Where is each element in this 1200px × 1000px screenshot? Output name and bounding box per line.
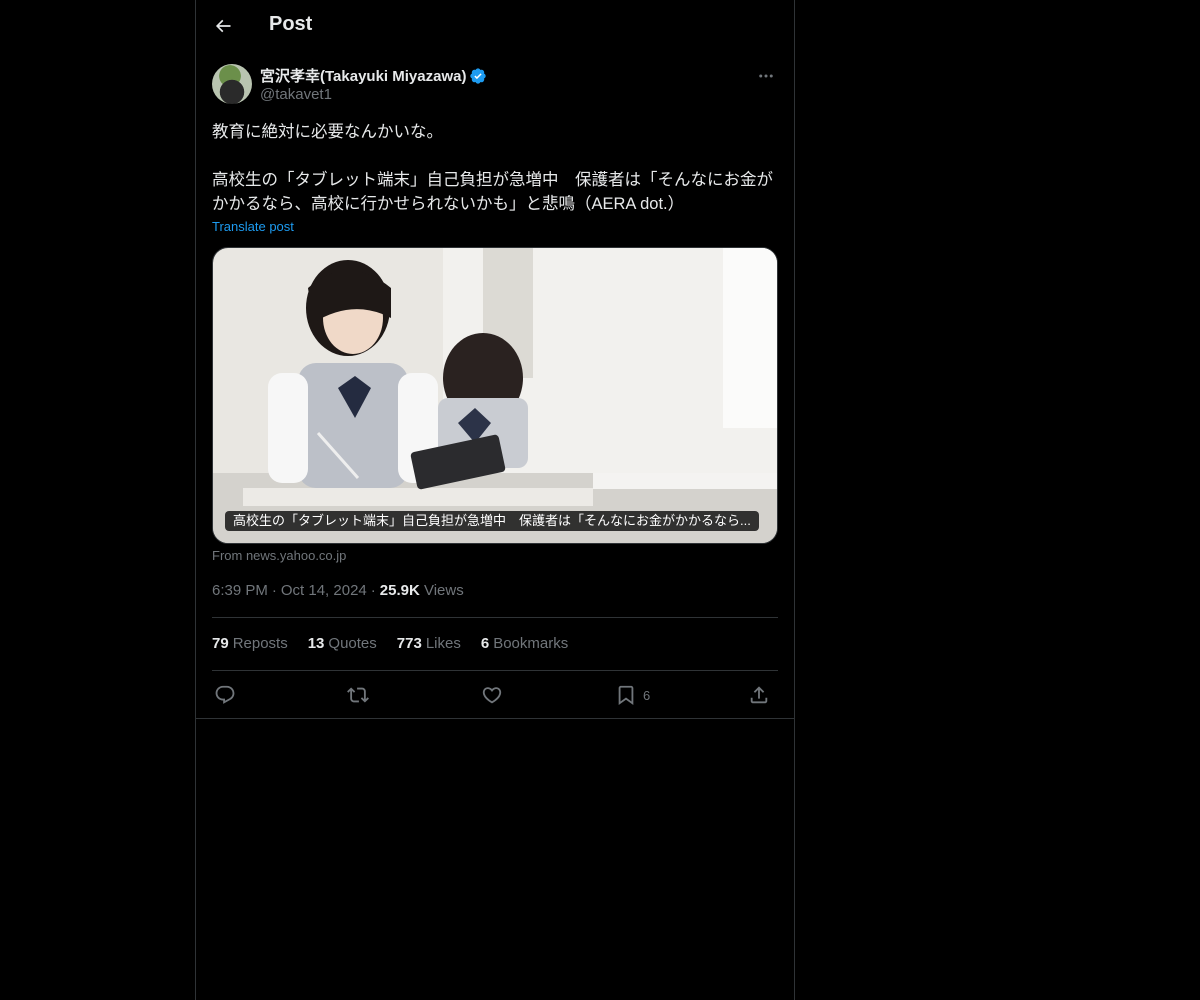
reply-icon <box>215 685 235 704</box>
bookmark-icon <box>618 685 634 706</box>
avatar[interactable] <box>212 64 252 104</box>
divider <box>196 718 794 719</box>
heart-icon <box>482 687 502 704</box>
bookmarks-stat[interactable]: 6 Bookmarks <box>481 635 568 652</box>
verified-badge-icon <box>470 67 487 84</box>
post-text: 教育に絶対に必要なんかいな。 高校生の「タブレット端末」自己負担が急増中 保護者… <box>212 120 778 216</box>
post-text-line-1: 教育に絶対に必要なんかいな。 <box>212 123 443 141</box>
post-meta: 6:39 PM · Oct 14, 2024 · 25.9K Views <box>212 582 464 599</box>
post-date[interactable]: Oct 14, 2024 <box>281 582 367 599</box>
views-label: Views <box>423 582 464 599</box>
share-icon <box>750 686 768 704</box>
more-dots-icon <box>759 74 773 78</box>
post-time[interactable]: 6:39 PM <box>212 582 268 599</box>
page-title: Post <box>269 13 313 35</box>
repost-button[interactable] <box>347 682 369 708</box>
likes-stat[interactable]: 773 Likes <box>397 635 461 652</box>
more-options-button[interactable] <box>754 66 778 86</box>
action-bar: 6 <box>212 682 778 708</box>
views-count: 25.9K <box>379 582 420 599</box>
quotes-stat[interactable]: 13 Quotes <box>308 635 377 652</box>
post-stats: 79 Reposts 13 Quotes 773 Likes 6 Bookmarks <box>212 635 568 652</box>
back-button[interactable] <box>208 11 238 41</box>
link-card[interactable]: 高校生の「タブレット端末」自己負担が急増中 保護者は「そんなにお金がかかるなら.… <box>212 247 778 544</box>
reply-button[interactable] <box>214 682 236 708</box>
arrow-left-icon <box>215 19 231 33</box>
share-button[interactable] <box>748 682 770 708</box>
divider <box>212 670 778 671</box>
author-name[interactable]: 宮沢孝幸(Takayuki Miyazawa) <box>260 65 466 86</box>
divider <box>212 617 778 618</box>
author-name-row[interactable]: 宮沢孝幸(Takayuki Miyazawa) <box>260 65 487 86</box>
bookmark-count: 6 <box>643 687 651 703</box>
reposts-stat[interactable]: 79 Reposts <box>212 635 288 652</box>
primary-column: Post 宮沢孝幸(Takayuki Miyazawa) @takavet1 教… <box>195 0 795 1000</box>
bookmark-button[interactable]: 6 <box>615 682 650 708</box>
card-image <box>213 248 777 543</box>
post-header: Post <box>196 0 794 53</box>
translate-post-link[interactable]: Translate post <box>212 219 294 234</box>
card-source-link[interactable]: From news.yahoo.co.jp <box>212 548 346 563</box>
post-text-line-2: 高校生の「タブレット端末」自己負担が急増中 保護者は「そんなにお金がかかるなら、… <box>212 171 773 213</box>
card-caption: 高校生の「タブレット端末」自己負担が急増中 保護者は「そんなにお金がかかるなら.… <box>225 511 759 531</box>
repost-icon <box>347 687 369 703</box>
like-button[interactable] <box>481 682 503 708</box>
post-author: 宮沢孝幸(Takayuki Miyazawa) @takavet1 <box>212 64 778 108</box>
author-handle[interactable]: @takavet1 <box>260 86 332 103</box>
